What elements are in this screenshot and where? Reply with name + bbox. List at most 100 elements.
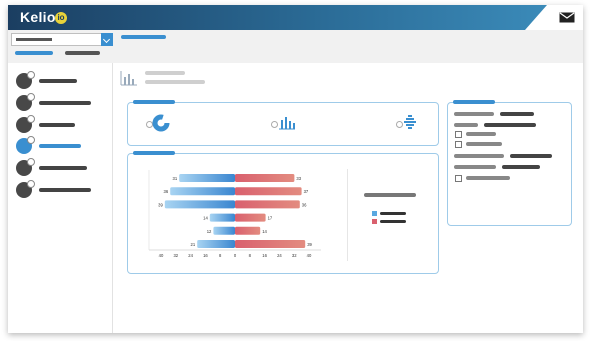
x-tick-label: 8 xyxy=(249,253,252,258)
filter-card xyxy=(447,100,572,226)
legend-swatch-right xyxy=(372,219,377,224)
radio-pyramid[interactable] xyxy=(396,121,403,128)
filter-checkbox-2[interactable] xyxy=(455,141,462,148)
bar-label-left-1: 31 xyxy=(173,176,178,181)
network-icon xyxy=(16,71,35,89)
context-select[interactable] xyxy=(11,33,113,46)
toolbar-area xyxy=(8,30,583,63)
x-tick-label: 16 xyxy=(262,253,267,258)
notification-dot-icon xyxy=(27,158,35,166)
context-select-value xyxy=(16,38,52,41)
x-tick-label: 8 xyxy=(219,253,222,258)
x-tick-label: 16 xyxy=(203,253,208,258)
bar-label-right-2: 37 xyxy=(304,189,309,194)
filter-checkbox-label-2 xyxy=(466,142,502,146)
mail-icon[interactable] xyxy=(559,12,575,23)
chart-type-card-tag xyxy=(133,100,175,104)
kelio-logo[interactable]: Kelio xyxy=(20,9,56,25)
sidebar-item-3[interactable] xyxy=(16,115,111,133)
sidebar-item-2[interactable] xyxy=(16,93,111,111)
bar-chart-icon[interactable] xyxy=(278,114,296,130)
list-icon xyxy=(16,93,35,111)
chart-type-card xyxy=(127,100,439,146)
chart-icon xyxy=(16,136,35,154)
sidebar-item-label xyxy=(39,166,87,170)
filter-checkbox-1[interactable] xyxy=(455,131,462,138)
sidebar-item-label xyxy=(39,188,91,192)
bar-left-4[interactable] xyxy=(209,213,235,222)
bar-label-left-6: 21 xyxy=(191,242,196,247)
filter-checkbox-3[interactable] xyxy=(455,175,462,182)
x-tick-label: 32 xyxy=(173,253,178,258)
tab-primary[interactable] xyxy=(15,51,53,55)
bar-label-right-3: 36 xyxy=(302,202,307,207)
bar-label-right-6: 39 xyxy=(307,242,312,247)
notification-dot-icon xyxy=(27,71,35,79)
sidebar-item-label xyxy=(39,123,75,127)
legend-label-right xyxy=(380,220,406,223)
sidebar-item-label xyxy=(39,144,81,148)
bar-right-3[interactable] xyxy=(235,200,300,209)
header-corner xyxy=(525,5,583,30)
legend-label-left xyxy=(380,212,406,215)
bar-left-2[interactable] xyxy=(170,187,235,196)
logo-badge: io xyxy=(55,12,67,24)
legend-swatch-left xyxy=(372,211,377,216)
filter-label-2 xyxy=(454,123,478,127)
bar-right-2[interactable] xyxy=(235,187,302,196)
bar-label-right-4: 17 xyxy=(268,216,273,221)
sidebar-item-5[interactable] xyxy=(16,158,111,176)
bar-label-right-1: 33 xyxy=(296,176,301,181)
filter-card-tag xyxy=(453,100,495,104)
bar-label-right-5: 14 xyxy=(262,229,267,234)
filter-value-3[interactable] xyxy=(510,154,552,158)
phone-icon xyxy=(16,180,35,198)
breadcrumb[interactable] xyxy=(121,35,166,39)
bar-right-4[interactable] xyxy=(235,213,266,222)
x-tick-label: 24 xyxy=(188,253,193,258)
bar-left-3[interactable] xyxy=(164,200,235,209)
bar-label-left-4: 14 xyxy=(203,216,208,221)
bar-left-5[interactable] xyxy=(213,226,235,235)
radio-bar[interactable] xyxy=(271,121,278,128)
legend-title xyxy=(364,193,416,197)
filter-label-1 xyxy=(454,112,494,116)
pyramid-chart-icon[interactable] xyxy=(403,114,417,130)
filter-value-1[interactable] xyxy=(500,112,534,116)
x-tick-label: 40 xyxy=(307,253,312,258)
sidebar-item-label xyxy=(39,79,77,83)
printer-icon xyxy=(16,158,35,176)
bar-label-left-3: 39 xyxy=(158,202,163,207)
notification-dot-icon xyxy=(27,180,35,188)
x-tick-label: 32 xyxy=(292,253,297,258)
filter-checkbox-label-1 xyxy=(466,132,496,136)
bar-label-left-2: 36 xyxy=(164,189,169,194)
x-tick-label: 0 xyxy=(234,253,237,258)
diverging-bar-chart: 31 33 36 37 39 36 14 17 12 14 21 39 40 32 24 16 8 0 8 16 24 3… xyxy=(148,170,321,258)
sidebar-item-6[interactable] xyxy=(16,180,111,198)
chevron-down-icon[interactable] xyxy=(101,33,113,46)
x-tick-label: 40 xyxy=(159,253,164,258)
filter-label-3 xyxy=(454,154,504,158)
x-tick-label: 24 xyxy=(277,253,282,258)
sidebar-item-4[interactable] xyxy=(16,136,111,154)
bar-right-6[interactable] xyxy=(235,240,306,248)
page-title xyxy=(145,71,185,75)
bar-right-5[interactable] xyxy=(235,226,261,235)
bar-right-1[interactable] xyxy=(235,174,295,182)
notification-dot-icon xyxy=(27,93,35,101)
chart-divider xyxy=(347,169,348,261)
bar-left-1[interactable] xyxy=(179,174,235,182)
donut-chart-icon[interactable] xyxy=(152,114,170,132)
sidebar-item-1[interactable] xyxy=(16,71,111,89)
filter-value-4[interactable] xyxy=(502,165,540,169)
filter-value-2[interactable] xyxy=(484,123,536,127)
sidebar-item-label xyxy=(39,101,91,105)
filter-label-4 xyxy=(454,165,496,169)
chart-card-tag xyxy=(133,151,175,155)
bar-left-6[interactable] xyxy=(197,240,235,248)
tab-secondary[interactable] xyxy=(65,51,100,55)
stethoscope-icon xyxy=(16,115,35,133)
page-subtitle xyxy=(145,80,205,84)
bar-chart-icon xyxy=(120,71,137,86)
